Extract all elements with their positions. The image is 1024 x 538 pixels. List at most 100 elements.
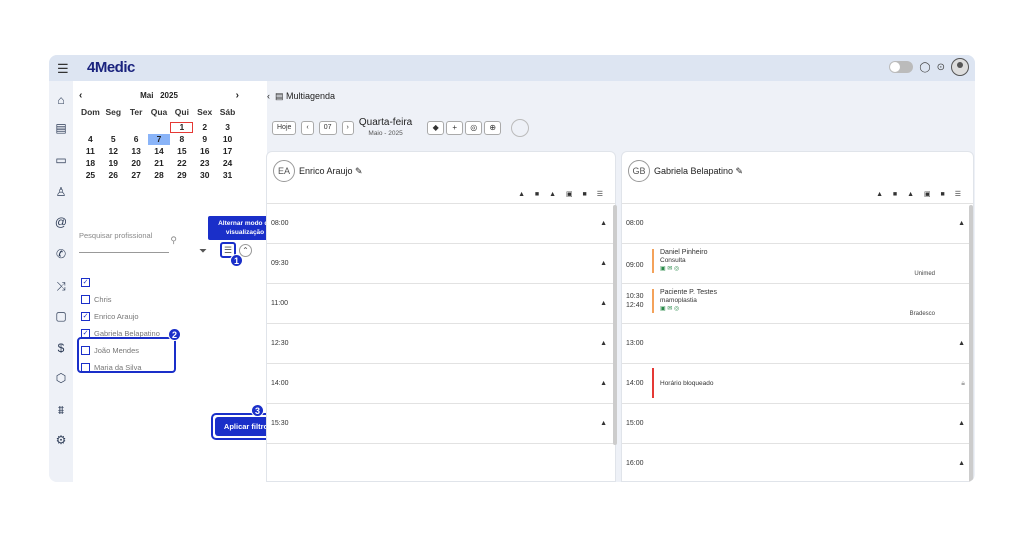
calendar-day (79, 122, 102, 133)
professional-item[interactable]: ✓ Enrico Araujo (81, 308, 160, 325)
calendar-day[interactable]: 26 (102, 170, 125, 181)
time-slot[interactable]: 08:00 ▲ (622, 204, 973, 244)
calendar-day[interactable]: 11 (79, 146, 102, 157)
tag-icon[interactable]: ◆ (427, 121, 445, 135)
whatsapp-icon[interactable]: ◎ (465, 121, 483, 135)
calendar-day[interactable]: 22 (170, 158, 193, 169)
column-actions[interactable]: ▲ ■ ▲ ▣ ■ ☰ (876, 190, 965, 198)
clipboard-icon[interactable]: ▢ (54, 309, 68, 323)
calendar-day[interactable]: 19 (102, 158, 125, 169)
time-slot[interactable]: 11:00 ▲ (267, 284, 615, 324)
time-slot[interactable]: 12:30 ▲ (267, 324, 615, 364)
time-slot[interactable]: 09:00 Daniel Pinheiro Consulta ▣ ✉ ◎ Unimed (622, 244, 973, 284)
calendar-day[interactable]: 16 (193, 146, 216, 157)
appointment[interactable]: Daniel Pinheiro Consulta ▣ ✉ ◎ (652, 249, 707, 273)
time-slot[interactable]: 15:00 ▲ (622, 404, 973, 444)
calendar-day[interactable]: 30 (193, 170, 216, 181)
time-slot[interactable]: 16:00 ▲ (622, 444, 973, 481)
time-slot[interactable]: 13:00 ▲ (622, 324, 973, 364)
calendar-day[interactable]: 10 (216, 134, 239, 145)
calendar-day[interactable]: 7 (147, 134, 171, 145)
calendar-day[interactable]: 5 (102, 134, 125, 145)
lock-icon[interactable]: ▲ (600, 420, 607, 427)
time-slot[interactable]: 14:00 Horário bloqueado 🔒︎ (622, 364, 973, 404)
time-slot[interactable]: 14:00 ▲ (267, 364, 615, 404)
calendar-day[interactable]: 13 (125, 146, 148, 157)
calendar-day[interactable]: 20 (125, 158, 148, 169)
today-button[interactable]: Hoje (272, 121, 297, 135)
calendar-day[interactable]: 28 (148, 170, 171, 181)
checkbox[interactable] (81, 295, 90, 304)
user-avatar[interactable] (951, 58, 969, 76)
time-slot[interactable]: 15:30 ▲ (267, 404, 615, 444)
add-icon[interactable]: + (446, 121, 464, 135)
time-slot[interactable]: 10:30 12:40 Paciente P. Testes mamoplastia ▣… (622, 284, 973, 324)
phone-icon[interactable]: ✆ (54, 247, 68, 261)
calendar-day[interactable]: 15 (170, 146, 193, 157)
calendar-day[interactable]: 12 (102, 146, 125, 157)
globe-icon[interactable]: ⊕ (484, 121, 502, 135)
scrollbar[interactable] (613, 205, 617, 445)
settings-icon[interactable]: ⚙ (54, 433, 68, 447)
time-slot[interactable]: 09:30 ▲ (267, 244, 615, 284)
dollar-icon[interactable]: $ (54, 341, 68, 355)
calendar-day[interactable]: 14 (148, 146, 171, 157)
appointment[interactable]: Paciente P. Testes mamoplastia ▣ ✉ ◎ (652, 289, 717, 313)
search-icon[interactable] (511, 119, 530, 137)
lock-icon[interactable]: ▲ (600, 380, 607, 387)
app-window: ☰ 4Medic ◯ ⊙ ⌂ ▤ ▭ ♙ @ ✆ ⤨ ▢ $ ⬡ ⩩ ⚙ ‹ M… (49, 55, 975, 482)
shuffle-icon[interactable]: ⤨ (54, 279, 68, 294)
email-icon[interactable]: @ (54, 215, 68, 229)
calendar-day[interactable]: 4 (79, 134, 102, 145)
lock-icon[interactable]: ▲ (600, 340, 607, 347)
home-icon[interactable]: ⌂ (54, 93, 68, 107)
lock-icon[interactable]: ▲ (600, 300, 607, 307)
column-actions[interactable]: ▲ ■ ▲ ▣ ■ ☰ (518, 190, 607, 198)
theme-toggle[interactable] (889, 61, 914, 73)
scrollbar[interactable] (969, 205, 973, 482)
calendar-day[interactable]: 9 (193, 134, 216, 145)
lock-icon[interactable]: ▲ (958, 420, 965, 427)
lock-icon[interactable]: ▲ (600, 260, 607, 267)
calendar-day[interactable]: 24 (216, 158, 239, 169)
calendar-day[interactable]: 3 (216, 122, 239, 133)
calendar-day[interactable]: 8 (170, 134, 193, 145)
insurance-label: Unimed (914, 271, 935, 277)
time-slot[interactable]: 08:00 ▲ (267, 204, 615, 244)
calendar-day[interactable]: 31 (216, 170, 239, 181)
calendar-day[interactable]: 21 (148, 158, 171, 169)
hamburger-menu-icon[interactable]: ☰ (57, 61, 69, 77)
day-number[interactable]: 07 (318, 121, 337, 135)
calendar-day[interactable]: 6 (125, 134, 148, 145)
next-month-button[interactable]: › (236, 90, 239, 101)
user-icon[interactable]: ♙ (54, 185, 68, 199)
calendar-day[interactable]: 2 (193, 122, 216, 133)
prev-day-button[interactable]: ‹ (301, 121, 314, 135)
next-day-button[interactable]: › (341, 121, 354, 135)
chart-icon[interactable]: ⩩ (54, 403, 68, 418)
professional-item[interactable]: Chris (81, 291, 160, 308)
professional-item[interactable]: ✓ (81, 274, 160, 291)
checkbox[interactable]: ✓ (81, 278, 90, 287)
calendar-icon[interactable]: ▤ (54, 121, 68, 135)
calendar-day[interactable]: 25 (79, 170, 102, 181)
calendar-day[interactable]: 1 (170, 122, 194, 133)
filter-icon[interactable]: ⏷ (199, 246, 207, 257)
help-icon[interactable]: ⊙ (937, 62, 945, 73)
lock-icon[interactable]: ▲ (958, 220, 965, 227)
monitor-icon[interactable]: ▭ (54, 153, 68, 167)
chat-icon[interactable]: ◯ (919, 62, 930, 73)
calendar-day[interactable]: 29 (170, 170, 193, 181)
lock-icon[interactable]: ▲ (958, 460, 965, 467)
calendar-day[interactable]: 18 (79, 158, 102, 169)
checkbox[interactable]: ✓ (81, 312, 90, 321)
lock-icon[interactable]: ▲ (958, 340, 965, 347)
slot-time: 12:30 (271, 340, 289, 347)
lock-icon[interactable]: ▲ (600, 220, 607, 227)
box-icon[interactable]: ⬡ (54, 371, 68, 385)
professional-search-input[interactable]: Pesquisar profissional ⚲ (79, 231, 177, 253)
prev-month-button[interactable]: ‹ (79, 90, 82, 101)
calendar-day[interactable]: 27 (125, 170, 148, 181)
calendar-day[interactable]: 23 (193, 158, 216, 169)
calendar-day[interactable]: 17 (216, 146, 239, 157)
